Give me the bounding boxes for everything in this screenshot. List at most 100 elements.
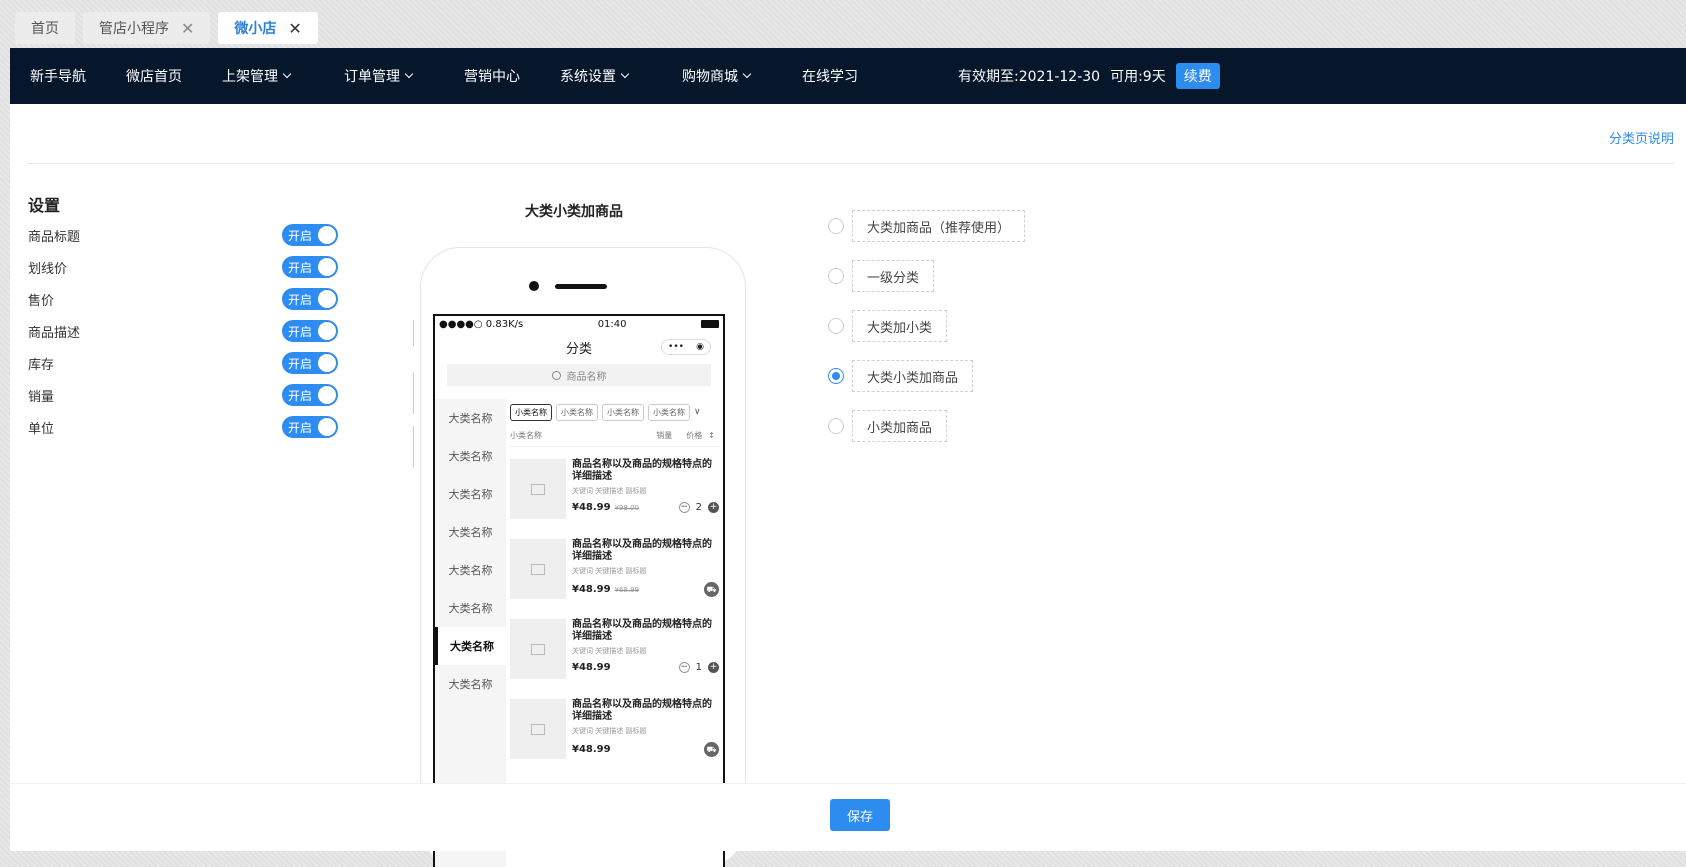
nav-label: 新手导航 bbox=[30, 69, 86, 85]
setting-label: 销量 bbox=[28, 389, 55, 405]
goods-old-price: ¥98.00 bbox=[614, 503, 640, 512]
phone-side-button bbox=[413, 372, 414, 414]
toggle-switch[interactable]: 开启 bbox=[282, 224, 338, 246]
switch-knob bbox=[318, 386, 336, 404]
category-item-active: 大类名称 bbox=[435, 627, 506, 665]
goods-item: 商品名称以及商品的规格特点的详细描述 关键词 关键描述 副标题 ¥48.99 ¥… bbox=[510, 527, 719, 607]
nav-label: 在线学习 bbox=[802, 69, 858, 85]
toggle-switch[interactable]: 开启 bbox=[282, 352, 338, 374]
sort-bar: 小类名称 销量 价格 ↕ bbox=[510, 425, 719, 447]
expiry-date: 有效期至:2021-12-30 bbox=[958, 69, 1101, 85]
tab-label: 管店小程序 bbox=[99, 21, 169, 37]
tab-home[interactable]: 首页 bbox=[15, 12, 75, 44]
nav-label: 系统设置 bbox=[560, 69, 616, 85]
goods-price: ¥48.99 bbox=[572, 662, 611, 673]
switch-label: 开启 bbox=[288, 356, 313, 371]
toggle-switch[interactable]: 开启 bbox=[282, 288, 338, 310]
setting-row: 商品描述 开启 bbox=[28, 319, 338, 343]
subcategory-chip: 小类名称 bbox=[648, 403, 690, 421]
camera-icon bbox=[529, 281, 539, 291]
goods-item: 商品名称以及商品的规格特点的详细描述 关键词 关键描述 副标题 ¥48.99 −… bbox=[510, 607, 719, 687]
speaker-icon bbox=[555, 284, 607, 289]
category-explain-link[interactable]: 分类页说明 bbox=[1609, 128, 1674, 147]
capsule-menu: ••• ◉ bbox=[661, 339, 711, 355]
category-item: 大类名称 bbox=[448, 488, 493, 501]
image-placeholder-icon bbox=[510, 619, 566, 679]
category-item: 大类名称 bbox=[448, 564, 493, 577]
radio-button-checked[interactable] bbox=[828, 368, 844, 384]
chevron-down-icon bbox=[404, 69, 414, 79]
nav-label: 订单管理 bbox=[344, 69, 400, 85]
layout-option-selected[interactable]: 大类小类加商品 bbox=[828, 360, 974, 392]
toggle-switch[interactable]: 开启 bbox=[282, 384, 338, 406]
sort-sales: 销量 bbox=[656, 431, 673, 440]
option-label[interactable]: 大类加商品（推荐使用） bbox=[852, 210, 1026, 242]
option-label[interactable]: 大类小类加商品 bbox=[852, 360, 974, 392]
goods-price: ¥48.99 bbox=[572, 744, 611, 755]
save-button[interactable]: 保存 bbox=[830, 799, 890, 831]
tab-mini-program[interactable]: 管店小程序 ✕ bbox=[83, 12, 211, 44]
tab-bar: 首页 管店小程序 ✕ 微小店 ✕ bbox=[15, 12, 318, 44]
main-panel: 分类页说明 设置 商品标题 开启 划线价 开启 售价 开启 商品描述 开启 库存 开启 销… bbox=[10, 104, 1686, 867]
nav-item-settings[interactable]: 系统设置 bbox=[560, 48, 630, 104]
goods-item: 商品名称以及商品的规格特点的详细描述 关键词 关键描述 副标题 ¥48.99 ¥… bbox=[510, 447, 719, 527]
more-icon: ••• bbox=[668, 342, 684, 352]
subcategory-chip: 小类名称 bbox=[510, 403, 552, 421]
phone-side-button bbox=[413, 320, 414, 346]
plus-icon: + bbox=[708, 662, 719, 673]
nav-item-shop-home[interactable]: 微店首页 bbox=[126, 48, 182, 104]
switch-knob bbox=[318, 354, 336, 372]
chevron-down-icon bbox=[742, 69, 752, 79]
setting-label: 单位 bbox=[28, 421, 55, 437]
available-days: 可用:9天 bbox=[1110, 69, 1166, 85]
setting-label: 商品标题 bbox=[28, 229, 81, 245]
radio-button[interactable] bbox=[828, 268, 844, 284]
layout-option[interactable]: 大类加商品（推荐使用） bbox=[828, 210, 1026, 242]
switch-knob bbox=[318, 258, 336, 276]
nav-item-guide[interactable]: 新手导航 bbox=[30, 48, 86, 104]
minus-icon: − bbox=[678, 502, 690, 513]
renew-button[interactable]: 续费 bbox=[1175, 63, 1220, 89]
toggle-switch[interactable]: 开启 bbox=[282, 256, 338, 278]
nav-label: 营销中心 bbox=[464, 69, 520, 85]
layout-option[interactable]: 大类加小类 bbox=[828, 310, 948, 342]
radio-button[interactable] bbox=[828, 318, 844, 334]
signal-text: ●●●●○ 0.83K/s bbox=[439, 318, 524, 330]
option-label[interactable]: 一级分类 bbox=[852, 260, 935, 292]
battery-icon bbox=[700, 320, 719, 328]
toggle-switch[interactable]: 开启 bbox=[282, 416, 338, 438]
setting-row: 售价 开启 bbox=[28, 287, 338, 311]
goods-price: ¥48.99 bbox=[572, 502, 611, 513]
nav-item-learning[interactable]: 在线学习 bbox=[802, 48, 858, 104]
quantity-value: 1 bbox=[695, 662, 702, 673]
nav-label: 上架管理 bbox=[222, 69, 278, 85]
radio-button[interactable] bbox=[828, 418, 844, 434]
layout-option[interactable]: 小类加商品 bbox=[828, 410, 948, 442]
setting-label: 售价 bbox=[28, 293, 55, 309]
nav-item-orders[interactable]: 订单管理 bbox=[344, 48, 414, 104]
close-icon[interactable]: ✕ bbox=[288, 19, 301, 38]
tab-micro-shop[interactable]: 微小店 ✕ bbox=[218, 12, 318, 44]
option-label[interactable]: 大类加小类 bbox=[852, 310, 948, 342]
toggle-switch[interactable]: 开启 bbox=[282, 320, 338, 342]
option-label[interactable]: 小类加商品 bbox=[852, 410, 948, 442]
close-icon[interactable]: ✕ bbox=[181, 19, 194, 38]
radio-button[interactable] bbox=[828, 218, 844, 234]
category-item: 大类名称 bbox=[448, 526, 493, 539]
nav-item-marketing[interactable]: 营销中心 bbox=[464, 48, 520, 104]
category-item: 大类名称 bbox=[448, 412, 493, 425]
switch-label: 开启 bbox=[288, 324, 313, 339]
category-item: 大类名称 bbox=[448, 678, 493, 691]
nav-item-listing[interactable]: 上架管理 bbox=[222, 48, 292, 104]
tab-label: 微小店 bbox=[234, 21, 277, 37]
goods-name: 商品名称以及商品的规格特点的详细描述 bbox=[572, 619, 712, 642]
top-nav: 新手导航 微店首页 上架管理 订单管理 营销中心 系统设置 购物商城 在线学习 … bbox=[10, 48, 1686, 104]
nav-item-mall[interactable]: 购物商城 bbox=[682, 48, 752, 104]
image-placeholder-icon bbox=[510, 459, 566, 519]
sort-subcategory: 小类名称 bbox=[510, 431, 542, 440]
layout-option[interactable]: 一级分类 bbox=[828, 260, 935, 292]
sort-arrow-icon: ↕ bbox=[708, 431, 715, 440]
mini-search: 商品名称 bbox=[447, 364, 711, 386]
setting-row: 库存 开启 bbox=[28, 351, 338, 375]
cart-icon: ⛟ bbox=[704, 582, 719, 597]
